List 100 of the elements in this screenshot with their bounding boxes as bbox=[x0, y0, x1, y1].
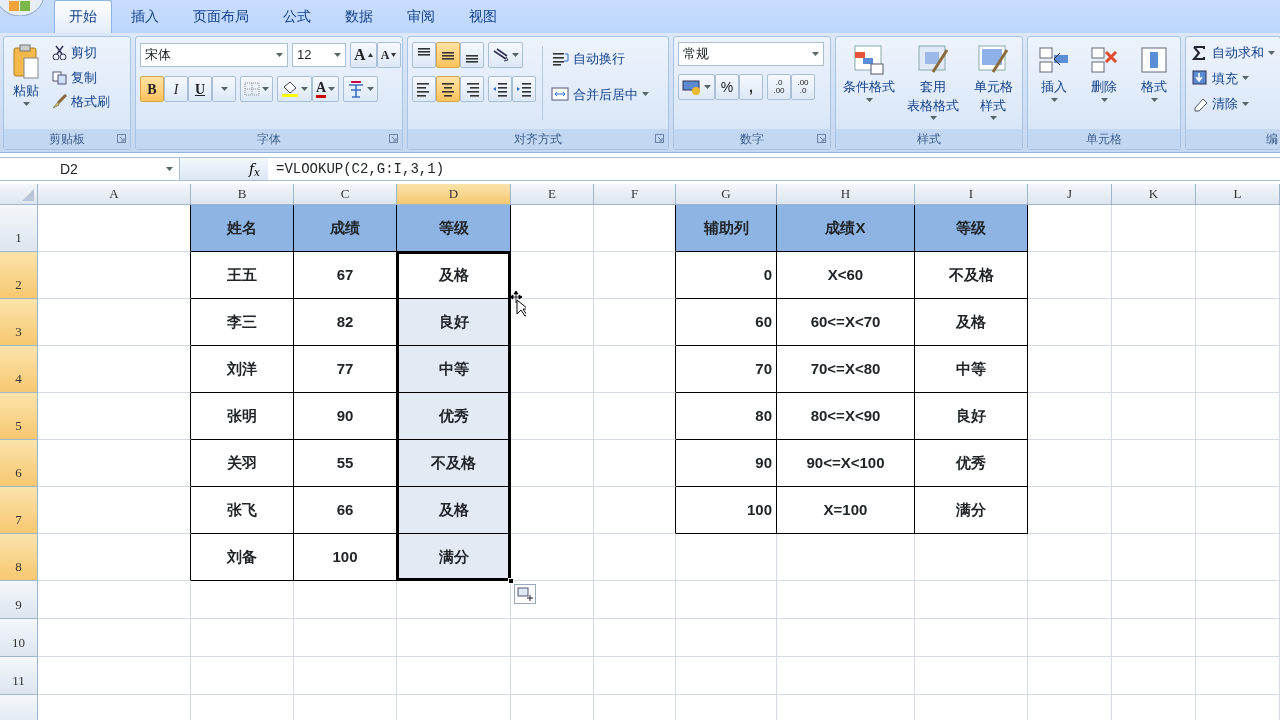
format-painter-button[interactable]: 格式刷 bbox=[50, 91, 126, 113]
group-title: 样式 bbox=[917, 131, 941, 148]
table-cell-text: 及格 bbox=[438, 499, 469, 520]
number-format-field[interactable]: 常规 bbox=[678, 42, 824, 66]
table-cell-text: 0 bbox=[763, 264, 772, 285]
table-cell-text: X<60 bbox=[827, 264, 864, 285]
column-header[interactable]: F bbox=[594, 184, 676, 205]
bold-button[interactable]: B bbox=[140, 76, 164, 102]
row-header[interactable]: 3 bbox=[0, 299, 38, 346]
paste-button[interactable]: 粘贴 bbox=[8, 42, 44, 124]
column-header[interactable]: E bbox=[511, 184, 594, 205]
ribbon-tab[interactable]: 数据 bbox=[330, 0, 388, 33]
table-cell-text: 不及格 bbox=[948, 264, 994, 285]
column-header[interactable]: D bbox=[397, 184, 511, 205]
ribbon-tab[interactable]: 插入 bbox=[116, 0, 174, 33]
column-header[interactable]: J bbox=[1028, 184, 1112, 205]
table-cell-text: 55 bbox=[336, 452, 354, 473]
column-header[interactable]: G bbox=[676, 184, 777, 205]
row-header[interactable]: 1 bbox=[0, 205, 38, 252]
font-size-field[interactable]: 12 bbox=[292, 43, 346, 67]
cut-button[interactable]: 剪切 bbox=[50, 42, 126, 64]
table-cell-text: 张飞 bbox=[227, 499, 257, 520]
row-header[interactable]: 4 bbox=[0, 346, 38, 393]
table-cell-text: X=100 bbox=[823, 499, 868, 520]
column-title: 辅助列 bbox=[703, 217, 749, 238]
table-cell-text: 中等 bbox=[956, 358, 986, 379]
table-cell-text: 90<=X<100 bbox=[806, 452, 885, 473]
ribbon-tab[interactable]: 页面布局 bbox=[178, 0, 264, 33]
table-cell-text: 70 bbox=[755, 358, 772, 379]
copy-button[interactable]: 复制 bbox=[50, 66, 126, 88]
row-header[interactable]: 2 bbox=[0, 252, 38, 299]
table-cell-text: 满分 bbox=[438, 546, 469, 567]
table-cell-text: 77 bbox=[336, 358, 354, 379]
table-cell-text: 李三 bbox=[227, 311, 257, 332]
row-header[interactable]: 5 bbox=[0, 393, 38, 440]
insert-function-button[interactable]: f$_{x}$ bbox=[180, 158, 268, 180]
format-button[interactable]: 格式 bbox=[1132, 42, 1176, 124]
ribbon-tab[interactable]: 开始 bbox=[54, 0, 112, 33]
merge-center-button[interactable]: 合并后居中 bbox=[549, 83, 664, 105]
column-title: 等级 bbox=[438, 217, 469, 238]
row-header[interactable]: 11 bbox=[0, 657, 38, 695]
table-cell-text: 90 bbox=[755, 452, 772, 473]
column-header[interactable]: A bbox=[38, 184, 191, 205]
table-cell-text: 70<=X<80 bbox=[810, 358, 881, 379]
ribbon-tab[interactable]: 审阅 bbox=[392, 0, 450, 33]
row-header[interactable]: 7 bbox=[0, 487, 38, 534]
column-title: 姓名 bbox=[227, 217, 257, 238]
table-cell-text: 66 bbox=[336, 499, 354, 520]
table-cell-text: 80<=X<90 bbox=[810, 405, 881, 426]
font-color-button[interactable]: A bbox=[312, 76, 340, 102]
underline-button[interactable]: U bbox=[188, 76, 212, 102]
table-cell-text: 优秀 bbox=[438, 405, 469, 426]
font-name-field[interactable]: 宋体 bbox=[140, 43, 288, 67]
cell-styles-button[interactable]: 单元格 样式 bbox=[968, 42, 1018, 124]
column-header[interactable]: H bbox=[777, 184, 915, 205]
formula-field[interactable]: =VLOOKUP(C2,G:I,3,1) bbox=[268, 158, 1280, 180]
italic-button[interactable]: I bbox=[164, 76, 188, 102]
comma-button[interactable]: , bbox=[739, 74, 763, 100]
autosum-button[interactable]: 自动求和 bbox=[1190, 42, 1277, 64]
table-cell-text: 中等 bbox=[438, 358, 469, 379]
row-header[interactable]: 10 bbox=[0, 619, 38, 657]
column-header[interactable]: K bbox=[1112, 184, 1196, 205]
table-cell-text: 优秀 bbox=[956, 452, 986, 473]
row-header[interactable]: 8 bbox=[0, 534, 38, 581]
column-header[interactable]: C bbox=[294, 184, 397, 205]
table-cell-text: 80 bbox=[755, 405, 772, 426]
table-cell-text: 及格 bbox=[438, 264, 469, 285]
grow-font-button[interactable]: A bbox=[350, 42, 377, 68]
ribbon-tab[interactable]: 公式 bbox=[268, 0, 326, 33]
table-cell-text: 60 bbox=[755, 311, 772, 332]
table-cell-text: 82 bbox=[336, 311, 354, 332]
column-header[interactable]: L bbox=[1196, 184, 1280, 205]
format-as-table-button[interactable]: 套用 表格格式 bbox=[904, 42, 962, 124]
clear-button[interactable]: 清除 bbox=[1190, 93, 1277, 115]
ribbon-tab[interactable]: 视图 bbox=[454, 0, 512, 33]
table-cell-text: 100 bbox=[332, 546, 358, 567]
table-cell-text: 王五 bbox=[227, 264, 257, 285]
wrap-text-button[interactable]: 自动换行 bbox=[549, 48, 664, 70]
table-cell-text: 刘洋 bbox=[227, 358, 257, 379]
insert-button[interactable]: 插入 bbox=[1032, 42, 1076, 124]
delete-button[interactable]: 删除 bbox=[1082, 42, 1126, 124]
column-header[interactable]: B bbox=[191, 184, 294, 205]
table-cell-text: 良好 bbox=[956, 405, 986, 426]
column-title: 等级 bbox=[956, 217, 986, 238]
conditional-format-button[interactable]: 条件格式 bbox=[840, 42, 898, 124]
group-title: 编 bbox=[1266, 131, 1278, 148]
group-title: 对齐方式 bbox=[514, 131, 562, 148]
fill-button[interactable]: 填充 bbox=[1190, 67, 1277, 89]
column-title: 成绩 bbox=[330, 217, 360, 238]
group-title: 数字 bbox=[740, 131, 764, 148]
increase-decimal-button[interactable]: .0 .00 bbox=[767, 74, 791, 100]
column-header[interactable]: I bbox=[915, 184, 1028, 205]
percent-button[interactable]: % bbox=[715, 74, 739, 100]
table-cell-text: 及格 bbox=[956, 311, 986, 332]
group-title: 单元格 bbox=[1086, 131, 1122, 148]
table-cell-text: 60<=X<70 bbox=[810, 311, 881, 332]
decrease-decimal-button[interactable]: .00 .0 bbox=[791, 74, 815, 100]
row-header[interactable]: 6 bbox=[0, 440, 38, 487]
row-header[interactable]: 9 bbox=[0, 581, 38, 619]
shrink-font-button[interactable]: A bbox=[376, 42, 401, 68]
